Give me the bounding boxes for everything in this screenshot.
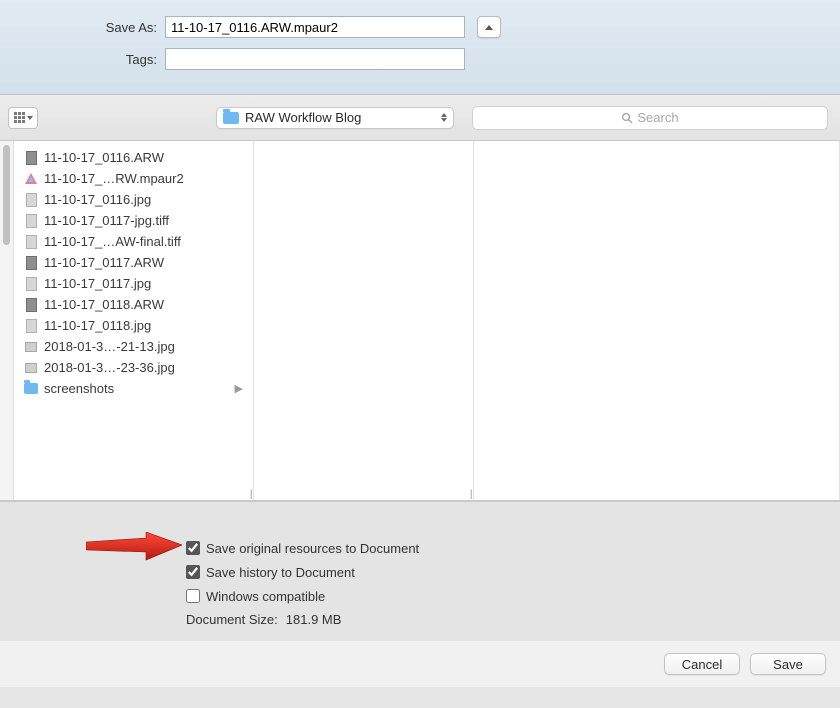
save-button[interactable]: Save: [750, 653, 826, 675]
folder-selector-label: RAW Workflow Blog: [245, 110, 441, 125]
file-name: 11-10-17_0118.jpg: [44, 318, 243, 333]
location-toolbar: RAW Workflow Blog Search: [0, 95, 840, 141]
save-resources-option[interactable]: Save original resources to Document: [0, 536, 840, 560]
view-mode-dropdown[interactable]: [8, 107, 38, 129]
browser-column-2: ||: [254, 141, 474, 500]
chevron-right-icon: ▶: [235, 382, 243, 395]
scrollbar-thumb[interactable]: [3, 145, 10, 245]
chevron-down-icon: [27, 116, 33, 120]
file-row[interactable]: 11-10-17_…RW.mpaur2: [18, 168, 249, 189]
windows-compatible-checkbox[interactable]: [186, 589, 200, 603]
file-row[interactable]: 2018-01-3…-21-13.jpg: [18, 336, 249, 357]
column-resize-handle[interactable]: ||: [470, 489, 471, 500]
save-resources-label: Save original resources to Document: [206, 541, 419, 556]
document-size-value: 181.9 MB: [286, 612, 342, 627]
save-dialog-header: Save As: Tags:: [0, 0, 840, 95]
save-history-option[interactable]: Save history to Document: [0, 560, 840, 584]
file-name: 11-10-17_0117-jpg.tiff: [44, 213, 243, 228]
file-name: 11-10-17_…AW-final.tiff: [44, 234, 243, 249]
save-history-label: Save history to Document: [206, 565, 355, 580]
file-icon: [24, 192, 38, 208]
save-resources-checkbox[interactable]: [186, 541, 200, 555]
chevron-up-icon: [485, 25, 493, 30]
file-row[interactable]: 2018-01-3…-23-36.jpg: [18, 357, 249, 378]
file-name: 2018-01-3…-23-36.jpg: [44, 360, 243, 375]
save-button-label: Save: [773, 657, 803, 672]
file-icon: [24, 213, 38, 229]
save-options-panel: Save original resources to Document Save…: [0, 501, 840, 641]
image-file-icon: [24, 339, 38, 355]
grid-icon: [14, 112, 25, 123]
expand-collapse-button[interactable]: [477, 16, 501, 38]
file-row[interactable]: 11-10-17_…AW-final.tiff: [18, 231, 249, 252]
file-name: 2018-01-3…-21-13.jpg: [44, 339, 243, 354]
tags-input[interactable]: [165, 48, 465, 70]
file-icon: [24, 318, 38, 334]
cancel-button-label: Cancel: [682, 657, 722, 672]
cancel-button[interactable]: Cancel: [664, 653, 740, 675]
tags-label: Tags:: [0, 52, 165, 67]
file-row[interactable]: 11-10-17_0117-jpg.tiff: [18, 210, 249, 231]
file-row[interactable]: 11-10-17_0117.ARW: [18, 252, 249, 273]
document-size-label: Document Size:: [186, 612, 278, 627]
search-icon: [621, 112, 633, 124]
file-icon: [24, 234, 38, 250]
search-input[interactable]: Search: [472, 106, 828, 130]
save-history-checkbox[interactable]: [186, 565, 200, 579]
save-as-input[interactable]: [165, 16, 465, 38]
windows-compatible-label: Windows compatible: [206, 589, 325, 604]
file-row[interactable]: 11-10-17_0117.jpg: [18, 273, 249, 294]
folder-selector[interactable]: RAW Workflow Blog: [216, 107, 454, 129]
file-name: 11-10-17_0117.jpg: [44, 276, 243, 291]
file-name: 11-10-17_0117.ARW: [44, 255, 243, 270]
file-name: 11-10-17_0116.ARW: [44, 150, 243, 165]
file-icon: [24, 276, 38, 292]
windows-compatible-option[interactable]: Windows compatible: [0, 584, 840, 608]
column-browser: 11-10-17_0116.ARW 11-10-17_…RW.mpaur2 11-1…: [0, 141, 840, 501]
file-name: screenshots: [44, 381, 229, 396]
search-placeholder: Search: [637, 110, 678, 125]
scrollbar[interactable]: [0, 141, 14, 500]
file-row[interactable]: 11-10-17_0116.ARW: [18, 147, 249, 168]
file-row[interactable]: 11-10-17_0116.jpg: [18, 189, 249, 210]
image-file-icon: [24, 360, 38, 376]
raw-file-icon: [24, 150, 38, 166]
folder-icon: [223, 112, 239, 124]
column-resize-handle[interactable]: ||: [250, 489, 251, 500]
folder-icon: [24, 381, 38, 397]
file-row[interactable]: screenshots ▶: [18, 378, 249, 399]
raw-file-icon: [24, 255, 38, 271]
raw-file-icon: [24, 297, 38, 313]
file-list-column: 11-10-17_0116.ARW 11-10-17_…RW.mpaur2 11-1…: [14, 141, 254, 500]
file-name: 11-10-17_…RW.mpaur2: [44, 171, 243, 186]
dialog-footer: Cancel Save: [0, 641, 840, 687]
save-as-label: Save As:: [0, 20, 165, 35]
project-file-icon: [24, 171, 38, 187]
file-name: 11-10-17_0116.jpg: [44, 192, 243, 207]
file-row[interactable]: 11-10-17_0118.ARW: [18, 294, 249, 315]
browser-column-3: [474, 141, 840, 500]
file-row[interactable]: 11-10-17_0118.jpg: [18, 315, 249, 336]
file-name: 11-10-17_0118.ARW: [44, 297, 243, 312]
updown-stepper-icon: [441, 113, 447, 122]
